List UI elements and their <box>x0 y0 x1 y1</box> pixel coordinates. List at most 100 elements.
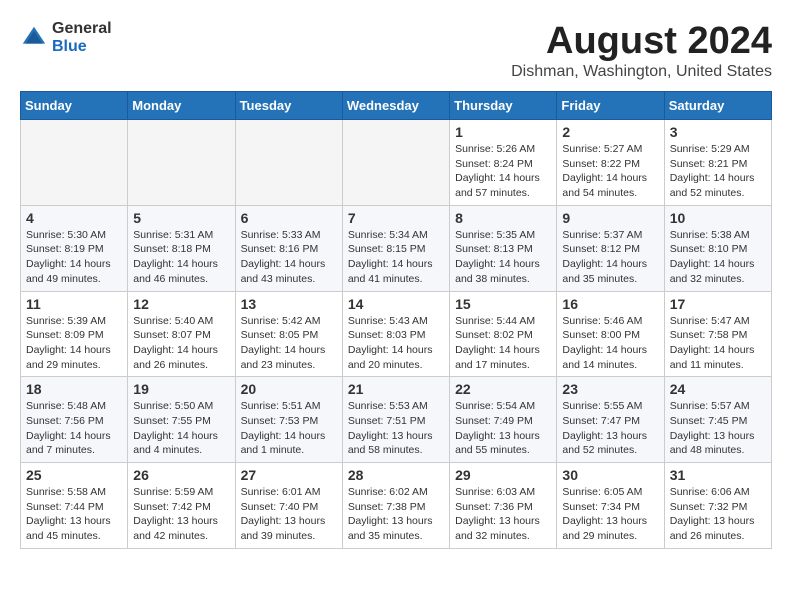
logo: General Blue <box>20 20 112 55</box>
day-number: 10 <box>670 210 766 226</box>
day-number: 24 <box>670 381 766 397</box>
day-info: Sunrise: 5:59 AM Sunset: 7:42 PM Dayligh… <box>133 485 229 544</box>
day-info: Sunrise: 6:03 AM Sunset: 7:36 PM Dayligh… <box>455 485 551 544</box>
day-number: 3 <box>670 124 766 140</box>
calendar-cell: 19Sunrise: 5:50 AM Sunset: 7:55 PM Dayli… <box>128 377 235 463</box>
calendar-cell: 6Sunrise: 5:33 AM Sunset: 8:16 PM Daylig… <box>235 205 342 291</box>
week-row-3: 11Sunrise: 5:39 AM Sunset: 8:09 PM Dayli… <box>21 291 772 377</box>
header-thursday: Thursday <box>450 92 557 120</box>
day-info: Sunrise: 5:30 AM Sunset: 8:19 PM Dayligh… <box>26 228 122 287</box>
calendar-cell: 14 Sunrise: 5:43 AM Sunset: 8:03 PM Dayli… <box>342 291 449 377</box>
calendar-cell: 22 Sunrise: 5:54 AM Sunset: 7:49 PM Dayli… <box>450 377 557 463</box>
header-friday: Friday <box>557 92 664 120</box>
day-number: 21 <box>348 381 444 397</box>
day-info: Sunrise: 5:26 AM Sunset: 8:24 PM Dayligh… <box>455 142 551 201</box>
day-number: 25 <box>26 467 122 483</box>
header-tuesday: Tuesday <box>235 92 342 120</box>
day-number: 7 <box>348 210 444 226</box>
calendar-cell: 7 Sunrise: 5:34 AM Sunset: 8:15 PM Daylig… <box>342 205 449 291</box>
day-info: Sunrise: 5:35 AM Sunset: 8:13 PM Dayligh… <box>455 228 551 287</box>
logo-icon <box>20 24 48 52</box>
calendar-cell: 31 Sunrise: 6:06 AM Sunset: 7:32 PM Dayli… <box>664 463 771 549</box>
calendar-cell: 4 Sunrise: 5:30 AM Sunset: 8:19 PM Daylig… <box>21 205 128 291</box>
day-number: 27 <box>241 467 337 483</box>
calendar-cell: 28Sunrise: 6:02 AM Sunset: 7:38 PM Dayli… <box>342 463 449 549</box>
calendar-cell: 3Sunrise: 5:29 AM Sunset: 8:21 PM Daylig… <box>664 120 771 206</box>
calendar-cell: 24 Sunrise: 5:57 AM Sunset: 7:45 PM Dayli… <box>664 377 771 463</box>
day-info: Sunrise: 5:51 AM Sunset: 7:53 PM Dayligh… <box>241 399 337 458</box>
title-area: August 2024 Dishman, Washington, United … <box>511 20 772 81</box>
header-saturday: Saturday <box>664 92 771 120</box>
calendar-header-row: SundayMondayTuesdayWednesdayThursdayFrid… <box>21 92 772 120</box>
calendar-cell: 10 Sunrise: 5:38 AM Sunset: 8:10 PM Dayli… <box>664 205 771 291</box>
day-info: Sunrise: 6:01 AM Sunset: 7:40 PM Dayligh… <box>241 485 337 544</box>
header-sunday: Sunday <box>21 92 128 120</box>
day-info: Sunrise: 5:34 AM Sunset: 8:15 PM Dayligh… <box>348 228 444 287</box>
calendar-cell: 25 Sunrise: 5:58 AM Sunset: 7:44 PM Dayli… <box>21 463 128 549</box>
day-info: Sunrise: 5:43 AM Sunset: 8:03 PM Dayligh… <box>348 314 444 373</box>
day-number: 31 <box>670 467 766 483</box>
day-number: 26 <box>133 467 229 483</box>
day-info: Sunrise: 6:05 AM Sunset: 7:34 PM Dayligh… <box>562 485 658 544</box>
week-row-5: 25 Sunrise: 5:58 AM Sunset: 7:44 PM Dayli… <box>21 463 772 549</box>
calendar-cell: 20 Sunrise: 5:51 AM Sunset: 7:53 PM Dayli… <box>235 377 342 463</box>
day-number: 9 <box>562 210 658 226</box>
day-number: 11 <box>26 296 122 312</box>
calendar-table: SundayMondayTuesdayWednesdayThursdayFrid… <box>20 91 772 549</box>
calendar-cell: 23 Sunrise: 5:55 AM Sunset: 7:47 PM Dayli… <box>557 377 664 463</box>
calendar-cell: 26 Sunrise: 5:59 AM Sunset: 7:42 PM Dayli… <box>128 463 235 549</box>
week-row-2: 4 Sunrise: 5:30 AM Sunset: 8:19 PM Daylig… <box>21 205 772 291</box>
calendar-cell: 1 Sunrise: 5:26 AM Sunset: 8:24 PM Daylig… <box>450 120 557 206</box>
day-number: 20 <box>241 381 337 397</box>
day-number: 4 <box>26 210 122 226</box>
day-number: 23 <box>562 381 658 397</box>
day-info: Sunrise: 6:06 AM Sunset: 7:32 PM Dayligh… <box>670 485 766 544</box>
day-info: Sunrise: 5:37 AM Sunset: 8:12 PM Dayligh… <box>562 228 658 287</box>
day-number: 2 <box>562 124 658 140</box>
calendar-cell: 8 Sunrise: 5:35 AM Sunset: 8:13 PM Daylig… <box>450 205 557 291</box>
day-info: Sunrise: 5:58 AM Sunset: 7:44 PM Dayligh… <box>26 485 122 544</box>
calendar-cell <box>235 120 342 206</box>
calendar-cell: 29 Sunrise: 6:03 AM Sunset: 7:36 PM Dayli… <box>450 463 557 549</box>
calendar-cell: 5Sunrise: 5:31 AM Sunset: 8:18 PM Daylig… <box>128 205 235 291</box>
month-title: August 2024 <box>511 20 772 63</box>
day-info: Sunrise: 5:55 AM Sunset: 7:47 PM Dayligh… <box>562 399 658 458</box>
calendar-cell: 27 Sunrise: 6:01 AM Sunset: 7:40 PM Dayli… <box>235 463 342 549</box>
day-number: 28 <box>348 467 444 483</box>
day-info: Sunrise: 5:54 AM Sunset: 7:49 PM Dayligh… <box>455 399 551 458</box>
calendar-cell: 13Sunrise: 5:42 AM Sunset: 8:05 PM Dayli… <box>235 291 342 377</box>
day-number: 12 <box>133 296 229 312</box>
week-row-4: 18 Sunrise: 5:48 AM Sunset: 7:56 PM Dayli… <box>21 377 772 463</box>
day-number: 8 <box>455 210 551 226</box>
day-number: 22 <box>455 381 551 397</box>
day-info: Sunrise: 5:50 AM Sunset: 7:55 PM Dayligh… <box>133 399 229 458</box>
day-number: 18 <box>26 381 122 397</box>
day-info: Sunrise: 5:27 AM Sunset: 8:22 PM Dayligh… <box>562 142 658 201</box>
day-number: 1 <box>455 124 551 140</box>
logo-general-text: General <box>52 20 112 38</box>
calendar-cell: 11Sunrise: 5:39 AM Sunset: 8:09 PM Dayli… <box>21 291 128 377</box>
day-info: Sunrise: 5:46 AM Sunset: 8:00 PM Dayligh… <box>562 314 658 373</box>
day-number: 30 <box>562 467 658 483</box>
day-info: Sunrise: 5:47 AM Sunset: 7:58 PM Dayligh… <box>670 314 766 373</box>
day-number: 15 <box>455 296 551 312</box>
calendar-cell: 15 Sunrise: 5:44 AM Sunset: 8:02 PM Dayli… <box>450 291 557 377</box>
calendar-cell: 2 Sunrise: 5:27 AM Sunset: 8:22 PM Daylig… <box>557 120 664 206</box>
day-number: 14 <box>348 296 444 312</box>
logo-blue-text: Blue <box>52 38 112 56</box>
calendar-cell: 12Sunrise: 5:40 AM Sunset: 8:07 PM Dayli… <box>128 291 235 377</box>
calendar-cell: 30 Sunrise: 6:05 AM Sunset: 7:34 PM Dayli… <box>557 463 664 549</box>
header-monday: Monday <box>128 92 235 120</box>
calendar-cell: 9 Sunrise: 5:37 AM Sunset: 8:12 PM Daylig… <box>557 205 664 291</box>
day-number: 29 <box>455 467 551 483</box>
calendar-cell <box>128 120 235 206</box>
week-row-1: 1 Sunrise: 5:26 AM Sunset: 8:24 PM Daylig… <box>21 120 772 206</box>
day-info: Sunrise: 5:48 AM Sunset: 7:56 PM Dayligh… <box>26 399 122 458</box>
day-info: Sunrise: 5:44 AM Sunset: 8:02 PM Dayligh… <box>455 314 551 373</box>
day-number: 17 <box>670 296 766 312</box>
calendar-cell <box>342 120 449 206</box>
header-wednesday: Wednesday <box>342 92 449 120</box>
day-info: Sunrise: 5:42 AM Sunset: 8:05 PM Dayligh… <box>241 314 337 373</box>
day-info: Sunrise: 5:38 AM Sunset: 8:10 PM Dayligh… <box>670 228 766 287</box>
day-info: Sunrise: 5:57 AM Sunset: 7:45 PM Dayligh… <box>670 399 766 458</box>
